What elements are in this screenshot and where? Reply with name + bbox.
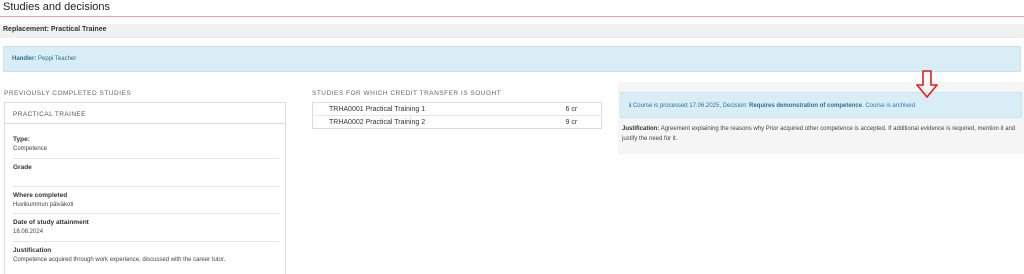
- decision-justification-text: Agreement explaining the reasons why Pri…: [622, 126, 1016, 142]
- where-completed-value: Huvikummun päiväkoti: [13, 202, 74, 208]
- table-row: TRHA0001 Practical Training 1 6 cr: [313, 103, 602, 116]
- course-credits: 6 cr: [565, 105, 578, 113]
- credit-transfer-heading: STUDIES FOR WHICH CREDIT TRANSFER IS SOU…: [312, 90, 502, 97]
- replacement-label: Replacement: Practical Trainee: [3, 26, 107, 33]
- justification-label: Justification: [13, 247, 52, 254]
- where-completed-label: Where completed: [13, 192, 68, 199]
- archived-status: Course is archived: [865, 103, 916, 109]
- credit-transfer-table: TRHA0001 Practical Training 1 6 cr TRHA0…: [312, 102, 602, 129]
- divider: [13, 158, 279, 159]
- card-title: PRACTICAL TRAINEE: [13, 111, 86, 118]
- info-icon: ℹ: [629, 103, 632, 109]
- course-name: TRHA0002 Practical Training 2: [312, 115, 566, 129]
- course-name: TRHA0001 Practical Training 1: [329, 105, 426, 113]
- type-value: Competence: [13, 146, 48, 152]
- handler-label: Handler:: [12, 56, 37, 62]
- card-title-bar: PRACTICAL TRAINEE: [5, 103, 285, 124]
- handler-name: Peppi Teacher: [38, 56, 77, 62]
- attainment-date-label: Date of study attainment: [13, 219, 89, 226]
- attainment-date-field: Date of study attainment 18.08.2024: [13, 219, 279, 235]
- annotation-arrow-icon: [916, 70, 938, 98]
- decision-value: Requires demonstration of competence: [749, 103, 863, 109]
- where-completed-field: Where completed Huvikummun päiväkoti: [13, 192, 279, 208]
- table-row: TRHA0002 Practical Training 2 9 cr: [312, 115, 602, 129]
- course-credits: 9 cr: [565, 115, 602, 129]
- processed-text: Course is processed 17.06.2025, Decision…: [632, 103, 748, 109]
- grade-label: Grade: [13, 164, 32, 171]
- attainment-date-value: 18.08.2024: [13, 229, 44, 235]
- grade-field: Grade: [13, 164, 279, 174]
- justification-field: Justification Competence acquired throug…: [13, 247, 279, 263]
- divider: [13, 241, 279, 242]
- decision-info-text: ℹ Course is processed 17.06.2025, Decisi…: [629, 103, 916, 109]
- type-field: Type: Competence: [13, 136, 279, 152]
- previous-studies-heading: PREVIOUSLY COMPLETED STUDIES: [4, 90, 132, 97]
- page-title: Studies and decisions: [3, 1, 111, 13]
- decision-info-alert: ℹ Course is processed 17.06.2025, Decisi…: [620, 92, 1022, 118]
- divider: [13, 213, 279, 214]
- decision-panel: ℹ Course is processed 17.06.2025, Decisi…: [618, 82, 1024, 154]
- page-header: Studies and decisions: [0, 0, 1024, 17]
- previous-study-card: PRACTICAL TRAINEE Type: Competence Grade…: [4, 102, 286, 274]
- replacement-bar: Replacement: Practical Trainee: [0, 24, 1024, 38]
- decision-justification: Justification: Agreement explaining the …: [622, 124, 1022, 144]
- decision-justification-label: Justification:: [622, 126, 660, 132]
- handler-alert: Handler: Peppi Teacher: [3, 46, 1021, 72]
- justification-value: Competence acquired through work experie…: [13, 257, 226, 263]
- type-label: Type:: [13, 136, 30, 143]
- divider: [13, 186, 279, 187]
- handler-text: Handler: Peppi Teacher: [12, 56, 76, 62]
